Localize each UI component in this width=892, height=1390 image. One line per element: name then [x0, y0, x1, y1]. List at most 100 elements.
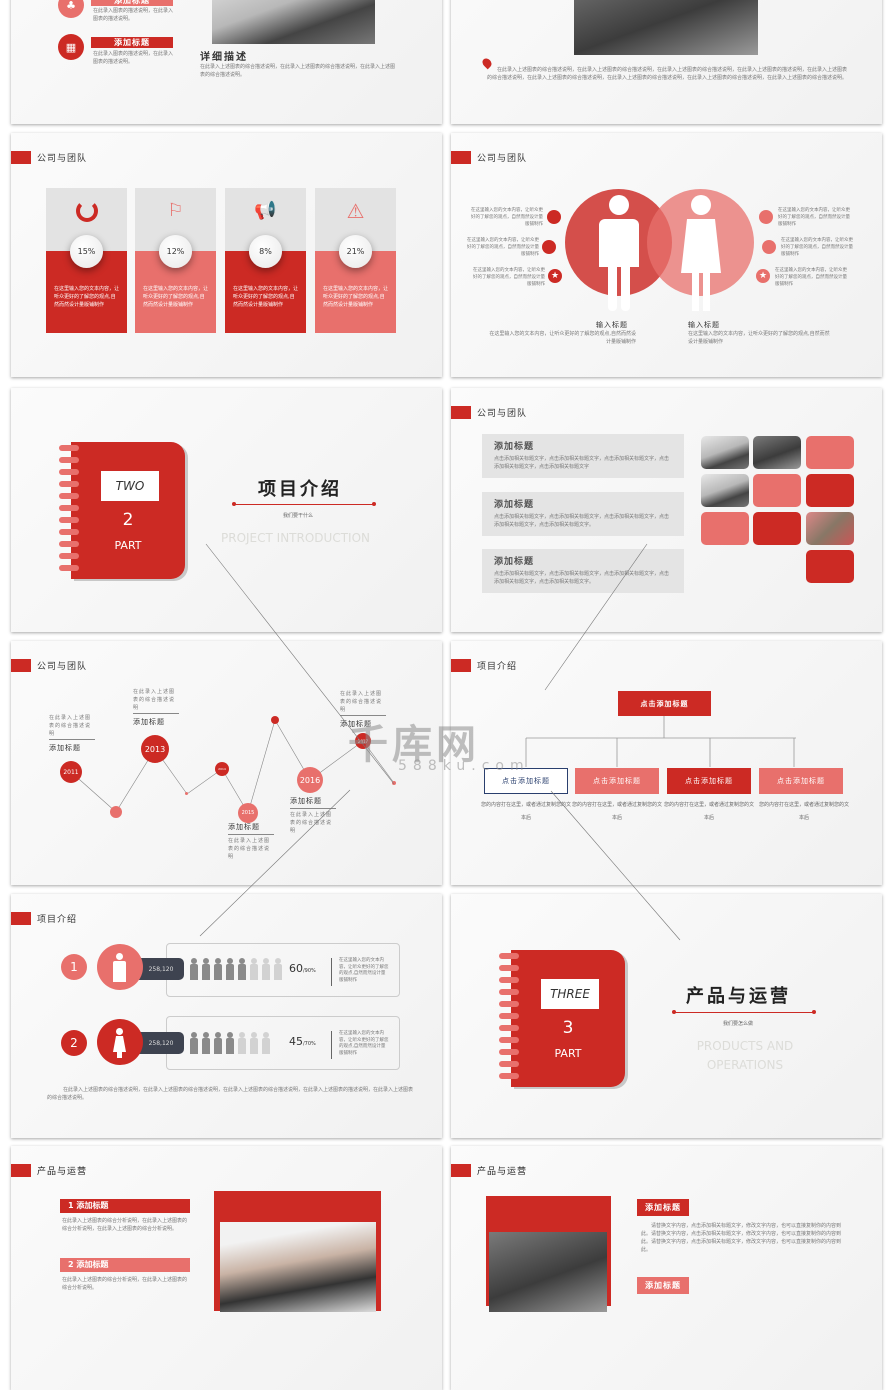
section-subtitle: 我们要干什么	[283, 513, 314, 519]
person-icon-empty	[273, 958, 283, 980]
copy-icon	[759, 210, 773, 224]
watermark-url: 588ku.com	[398, 758, 530, 774]
timeline-node: 2016	[297, 767, 323, 793]
node-title: 添加标题	[228, 823, 260, 831]
stat-card: 📢 在这里输入您的文本内容，让听众更好的了解您的观点,自然而然设计量版铺制作 8…	[225, 188, 306, 333]
person-icon-empty	[261, 1032, 271, 1054]
people-bar	[189, 958, 283, 980]
part-word: PART	[114, 539, 142, 552]
slide-header: 公司与团队	[451, 406, 527, 419]
timeline-node: 2013	[141, 735, 169, 763]
star-icon: ★	[756, 269, 770, 283]
left-title: 输入标题	[596, 321, 628, 329]
block-title: 添加标题	[494, 557, 535, 567]
slide-5[interactable]: TWO 2 PART 项目介绍 我们要干什么 PROJECT INTRODUCT…	[11, 388, 442, 632]
meeting-photo	[489, 1232, 607, 1312]
stat-text: 在这里输入您的文本内容，让听众更好的了解您的观点,自然而然设计量版铺制作	[339, 958, 389, 983]
text-block: 添加标题 点击添加相关标题文字，点击添加相关标题文字，点击添加相关标题文字，点击…	[482, 492, 684, 536]
stat-divider	[331, 1031, 332, 1059]
person-icon-filled	[225, 1032, 235, 1054]
node-divider	[133, 713, 179, 714]
right-title: 输入标题	[688, 321, 720, 329]
part-number: 2	[122, 510, 134, 530]
timeline-node: 2011	[60, 761, 82, 783]
part-label: TWO	[101, 471, 159, 501]
item-title: 添加标题	[91, 0, 173, 6]
detail-title: 详细描述	[200, 52, 248, 63]
slide-3[interactable]: 公司与团队 在这里输入您的文本内容，让听众更好的了解您的观点,自然而然设计量版铺…	[11, 133, 442, 377]
node-title: 添加标题	[133, 718, 165, 726]
grid-tile	[753, 512, 801, 545]
org-desc: 您的内容打在这里，或者通过复制您的文本后	[759, 802, 850, 821]
right-text: 在这里输入您的文本内容，让听众更好的了解您的观点,自然而然设计量版铺制作	[688, 331, 830, 345]
person-icon-empty	[261, 958, 271, 980]
slide-1[interactable]: ♣ 添加标题 在此录入图表的描述说明，在此录入图表的描述说明。 ▦ 添加标题 在…	[11, 0, 442, 124]
item-title: 添加标题	[637, 1277, 689, 1294]
copy-icon	[547, 210, 561, 224]
item-desc: 在此录入图表的描述说明，在此录入图表的描述说明。	[93, 8, 174, 22]
stat-value: 12%	[159, 235, 192, 268]
team-photo	[806, 512, 854, 545]
grid-tile	[806, 436, 854, 469]
person-icon-filled	[213, 1032, 223, 1054]
cart-icon	[542, 240, 556, 254]
title-divider	[234, 504, 374, 505]
slide-header: 产品与运营	[451, 1164, 527, 1177]
divider-dot	[232, 502, 236, 506]
people-bar	[189, 1032, 271, 1054]
item-desc: 在此录入图表的描述说明，在此录入图表的描述说明。	[93, 51, 174, 65]
slide-header: 公司与团队	[451, 151, 527, 164]
slide-11[interactable]: 产品与运营 1 添加标题 在此录入上述图表的综合分析说明，在此录入上述图表的综合…	[11, 1146, 442, 1390]
timeline-node: 2014	[215, 762, 229, 776]
divider-dot	[372, 502, 376, 506]
stat-card: 在这里输入您的文本内容，让听众更好的了解您的观点,自然而然设计量版铺制作 15%	[46, 188, 127, 333]
detail-text: 在此录入上述图表的综合描述说明，在此录入上述图表的综合描述说明，在此录入上述图表…	[200, 64, 396, 78]
slide-header: 公司与团队	[11, 151, 87, 164]
person-icon-filled	[189, 1032, 199, 1054]
count-pill: 258,120	[138, 1032, 184, 1054]
people-icon: ♣	[58, 0, 84, 18]
node-text: 在此录入上述图表的综合描述说明	[290, 812, 333, 834]
side-text: 在这里输入您的文本内容，让听众更好的了解您的观点，自然而然设计量版铺制作	[471, 208, 543, 227]
section-title: 项目介绍	[258, 479, 342, 500]
block-text: 点击添加相关标题文字，点击添加相关标题文字，点击添加相关标题文字，点击添加相关标…	[494, 456, 670, 470]
female-icon	[673, 195, 729, 315]
section-subtitle: 我们要怎么做	[723, 1021, 754, 1027]
stat-value: 60/90%	[289, 962, 316, 975]
star-icon: ★	[548, 269, 562, 283]
stat-text: 在这里输入您的文本内容，让听众更好的了解您的观点,自然而然设计量版铺制作	[339, 1031, 389, 1056]
org-desc: 您的内容打在这里，或者通过复制您的文本后	[481, 802, 572, 821]
power-icon	[75, 200, 98, 222]
person-icon-filled	[237, 958, 247, 980]
timeline-dot	[271, 716, 279, 724]
slide-6[interactable]: 公司与团队 添加标题 点击添加相关标题文字，点击添加相关标题文字，点击添加相关标…	[451, 388, 882, 632]
footer-text: 在此录入上述图表的综合描述说明，在此录入上述图表的综合描述说明，在此录入上述图表…	[47, 1087, 414, 1101]
node-divider	[49, 739, 95, 740]
person-icon-filled	[201, 1032, 211, 1054]
person-icon-empty	[237, 1032, 247, 1054]
org-child[interactable]: 点击添加标题	[667, 768, 751, 794]
grid-tile	[701, 512, 749, 545]
org-child[interactable]: 点击添加标题	[575, 768, 659, 794]
slide-4[interactable]: 公司与团队 在这里输入您的文本内容，让听众更好的了解您的观点，自然而然设计量版铺…	[451, 133, 882, 377]
slide-2[interactable]: 在此录入上述图表的综合描述说明，在此录入上述图表的综合描述说明，在此录入上述图表…	[451, 0, 882, 124]
node-divider	[290, 808, 336, 809]
node-text: 在此录入上述图表的综合描述说明	[133, 689, 176, 711]
node-title: 添加标题	[290, 797, 322, 805]
timeline-dot	[110, 806, 122, 818]
grid-tile	[753, 474, 801, 507]
org-child[interactable]: 点击添加标题	[759, 768, 843, 794]
block-text: 点击添加相关标题文字，点击添加相关标题文字，点击添加相关标题文字，点击添加相关标…	[494, 571, 670, 585]
item-text: 在此录入上述图表的综合分析说明，在此录入上述图表的综合分析说明，在此录入上述图表…	[62, 1218, 188, 1232]
slide-12[interactable]: 产品与运营 添加标题 请替换文字内容，点击添加相关标题文字，修改文字内容，也可以…	[451, 1146, 882, 1390]
slide-9[interactable]: 项目介绍 1 258,120 60/90% 在这里输入您的文本内容，让听众更好的…	[11, 894, 442, 1138]
item-text: 请替换文字内容，点击添加相关标题文字，修改文字内容，也可以直接复制你的内容到此。…	[641, 1223, 842, 1253]
part-label: THREE	[541, 979, 599, 1009]
stat-value: 8%	[249, 235, 282, 268]
node-text: 在此录入上述图表的综合描述说明	[49, 715, 92, 737]
side-text: 在这里输入您的文本内容，让听众更好的了解您的观点，自然而然设计量版铺制作	[775, 268, 847, 287]
meeting-photo	[574, 0, 758, 55]
slide-10[interactable]: THREE 3 PART 产品与运营 我们要怎么做 PRODUCTS AND O…	[451, 894, 882, 1138]
section-english: PROJECT INTRODUCTION	[221, 531, 370, 545]
office-photo	[212, 0, 375, 44]
